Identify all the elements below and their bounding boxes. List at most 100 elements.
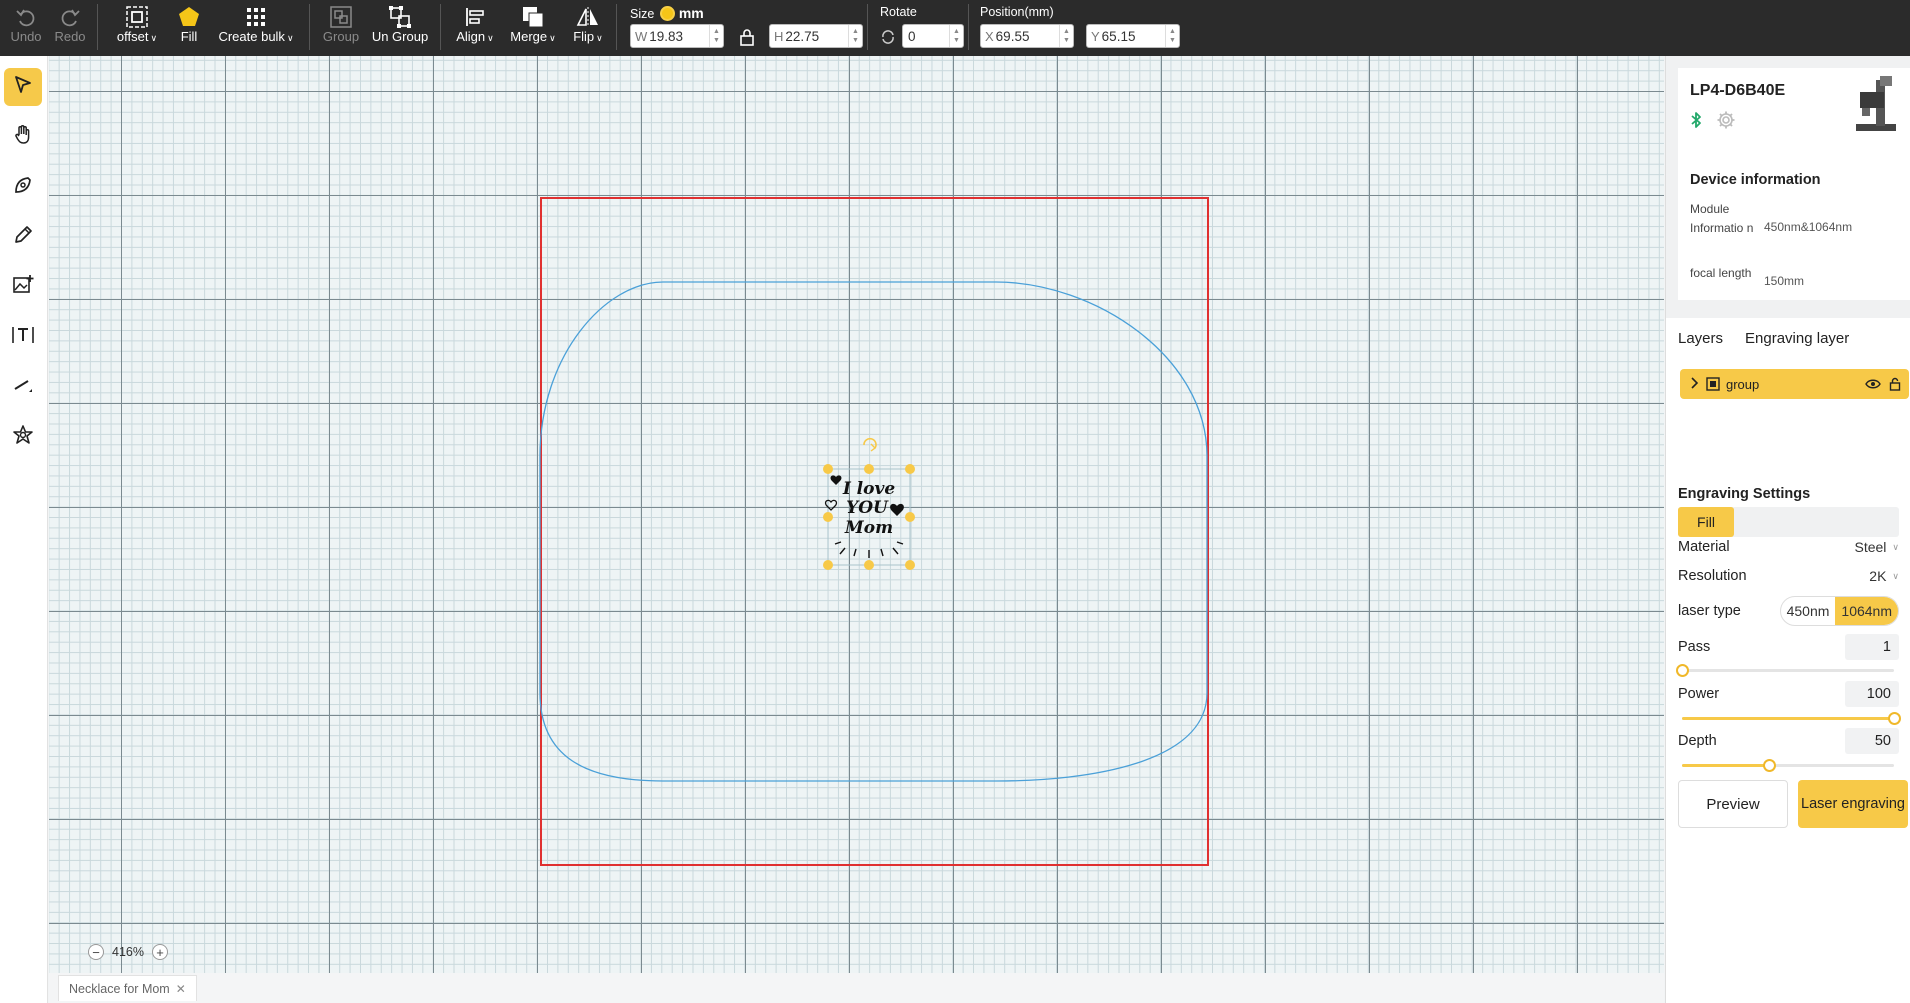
pass-row: Pass 1 bbox=[1678, 634, 1899, 660]
fill-button[interactable]: Fill bbox=[174, 4, 204, 52]
pass-slider[interactable] bbox=[1676, 663, 1894, 677]
width-input[interactable]: W 19.83 ▲ ▼ bbox=[630, 24, 724, 48]
offset-button[interactable]: offset ∨ bbox=[112, 4, 162, 52]
material-row: Material Steel ∨ bbox=[1678, 534, 1899, 560]
focal-length-value: 150mm bbox=[1764, 274, 1805, 288]
left-toolbar bbox=[0, 56, 48, 1003]
height-prefix: H bbox=[774, 28, 784, 44]
power-slider[interactable] bbox=[1682, 711, 1901, 725]
laser-type-label: laser type bbox=[1678, 603, 1741, 619]
undo-icon bbox=[15, 4, 37, 30]
depth-slider-knob[interactable] bbox=[1762, 759, 1776, 772]
line-icon bbox=[12, 374, 34, 401]
undo-button[interactable]: Undo bbox=[8, 4, 44, 52]
focal-length-row: focal length 150mm bbox=[1690, 264, 1910, 304]
module-info-value: 450nm&1064nm bbox=[1764, 220, 1853, 234]
chevron-right-icon[interactable] bbox=[1690, 376, 1704, 392]
design-canvas[interactable]: I love YOU Mom − 416% + bbox=[49, 56, 1664, 973]
pass-slider-knob[interactable] bbox=[1676, 664, 1689, 677]
chevron-down-icon: ∨ bbox=[1892, 570, 1899, 581]
power-slider-knob[interactable] bbox=[1888, 712, 1901, 725]
resolution-select[interactable]: 2K ∨ bbox=[1869, 568, 1899, 584]
hand-icon bbox=[12, 124, 34, 151]
rotate-input[interactable]: 0 ▲ ▼ bbox=[902, 24, 964, 48]
file-tab-name: Necklace for Mom bbox=[69, 981, 170, 996]
shape-tool[interactable] bbox=[4, 418, 42, 456]
pass-label: Pass bbox=[1678, 639, 1711, 655]
depth-row: Depth 50 bbox=[1678, 728, 1899, 754]
pen-tool[interactable] bbox=[4, 168, 42, 206]
rotate-reset-button[interactable] bbox=[878, 24, 898, 50]
device-settings-icon[interactable] bbox=[1716, 110, 1736, 135]
pencil-tool[interactable] bbox=[4, 218, 42, 256]
laser-engraving-button[interactable]: Laser engraving bbox=[1798, 780, 1908, 828]
group-button[interactable]: Group bbox=[320, 4, 362, 52]
close-tab-icon[interactable]: ✕ bbox=[176, 982, 186, 996]
fill-mode-button[interactable]: Fill bbox=[1678, 507, 1734, 537]
device-card: LP4-D6B40E Device information Module Inf… bbox=[1678, 68, 1910, 300]
laser-type-row: laser type 450nm 1064nm bbox=[1678, 596, 1899, 626]
layer-item-group[interactable]: group bbox=[1680, 369, 1909, 399]
focal-length-label: focal length bbox=[1690, 266, 1752, 280]
resolution-label: Resolution bbox=[1678, 568, 1747, 584]
text-icon bbox=[11, 324, 35, 351]
shapes-icon bbox=[12, 424, 34, 451]
y-stepper[interactable]: ▲ ▼ bbox=[1165, 25, 1179, 47]
eye-icon[interactable] bbox=[1865, 378, 1881, 390]
height-value: 22.75 bbox=[785, 28, 820, 44]
material-value: Steel bbox=[1854, 539, 1887, 555]
height-stepper[interactable]: ▲ ▼ bbox=[848, 25, 862, 47]
width-stepper[interactable]: ▲ ▼ bbox=[709, 25, 723, 47]
laser-option-450nm[interactable]: 450nm bbox=[1781, 597, 1836, 625]
laser-device-image bbox=[1846, 74, 1902, 139]
toolbar-divider bbox=[616, 4, 617, 50]
redo-button[interactable]: Redo bbox=[52, 4, 88, 52]
image-tool[interactable] bbox=[4, 268, 42, 306]
artwork-line-1: I love bbox=[842, 479, 896, 499]
offset-label: offset bbox=[116, 29, 149, 44]
laser-option-1064nm[interactable]: 1064nm bbox=[1835, 597, 1898, 625]
aspect-lock-button[interactable] bbox=[736, 24, 758, 50]
zoom-in-button[interactable]: + bbox=[151, 944, 168, 960]
text-tool[interactable] bbox=[4, 318, 42, 356]
tab-engraving-layer[interactable]: Engraving layer bbox=[1745, 324, 1849, 356]
undo-label: Undo bbox=[10, 29, 42, 44]
flip-label: Flip bbox=[573, 29, 595, 44]
right-panel: LP4-D6B40E Device information Module Inf… bbox=[1665, 56, 1910, 1003]
x-stepper[interactable]: ▲ ▼ bbox=[1059, 25, 1073, 47]
i-love-you-mom-artwork[interactable]: I love YOU Mom bbox=[824, 475, 904, 558]
ungroup-button[interactable]: Un Group bbox=[370, 4, 430, 52]
engraving-mode-bar: Fill bbox=[1678, 507, 1899, 537]
create-bulk-button[interactable]: Create bulk ∨ bbox=[216, 4, 296, 52]
cursor-arrow-icon bbox=[12, 74, 34, 101]
top-toolbar: Undo Redo offset ∨ Fill Create bulk ∨ Grou… bbox=[0, 0, 1910, 56]
resolution-row: Resolution 2K ∨ bbox=[1678, 563, 1899, 589]
select-tool[interactable] bbox=[4, 68, 42, 106]
rotate-label: Rotate bbox=[880, 5, 917, 19]
zoom-out-button[interactable]: − bbox=[88, 944, 104, 960]
depth-slider[interactable] bbox=[1682, 758, 1894, 772]
flip-button[interactable]: Flip ∨ bbox=[570, 4, 606, 52]
rotate-value: 0 bbox=[908, 28, 916, 44]
y-value: 65.15 bbox=[1101, 28, 1136, 44]
merge-button[interactable]: Merge ∨ bbox=[508, 4, 558, 52]
height-input[interactable]: H 22.75 ▲ ▼ bbox=[769, 24, 863, 48]
y-input[interactable]: Y 65.15 ▲ ▼ bbox=[1086, 24, 1180, 48]
unit-toggle[interactable] bbox=[659, 6, 675, 21]
file-tab[interactable]: Necklace for Mom ✕ bbox=[58, 975, 197, 1001]
preview-button[interactable]: Preview bbox=[1678, 780, 1788, 828]
x-input[interactable]: X 69.55 ▲ ▼ bbox=[980, 24, 1074, 48]
tab-layers[interactable]: Layers bbox=[1678, 324, 1723, 356]
unlock-icon[interactable] bbox=[1889, 377, 1901, 391]
position-label: Position(mm) bbox=[980, 5, 1054, 19]
flip-icon bbox=[576, 4, 600, 30]
pan-tool[interactable] bbox=[4, 118, 42, 156]
pass-input[interactable]: 1 bbox=[1845, 634, 1899, 660]
bluetooth-icon bbox=[1690, 111, 1702, 134]
rotate-stepper[interactable]: ▲ ▼ bbox=[949, 25, 963, 47]
depth-input[interactable]: 50 bbox=[1845, 728, 1899, 754]
material-select[interactable]: Steel ∨ bbox=[1854, 539, 1899, 555]
align-button[interactable]: Align ∨ bbox=[454, 4, 496, 52]
line-tool[interactable] bbox=[4, 368, 42, 406]
power-input[interactable]: 100 bbox=[1845, 681, 1899, 707]
